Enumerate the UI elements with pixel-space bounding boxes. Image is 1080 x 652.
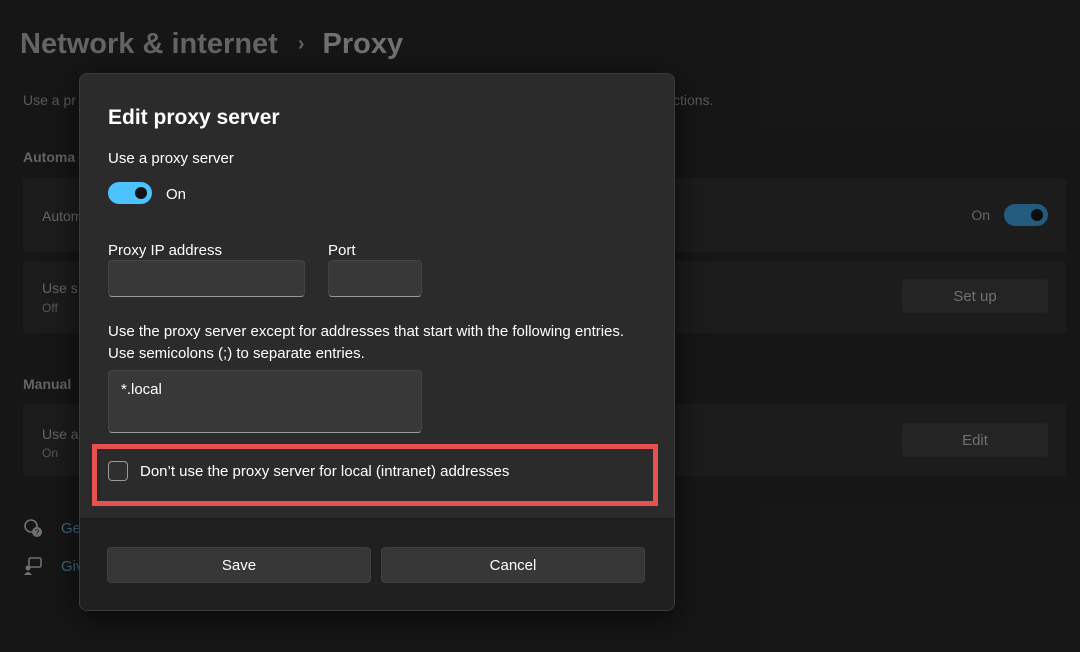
edit-proxy-dialog: Edit proxy server Use a proxy server On … — [79, 73, 675, 611]
dialog-footer: Save Cancel — [80, 518, 674, 610]
local-bypass-option[interactable]: Don’t use the proxy server for local (in… — [108, 461, 509, 481]
port-input[interactable] — [328, 260, 422, 297]
toggle-knob — [135, 187, 147, 199]
exceptions-instructions-line2: Use semicolons (;) to separate entries. — [108, 345, 365, 362]
local-bypass-checkbox[interactable] — [108, 461, 128, 481]
dialog-title: Edit proxy server — [108, 106, 280, 129]
exceptions-instructions: Use the proxy server except for addresse… — [108, 321, 668, 365]
local-bypass-label: Don’t use the proxy server for local (in… — [140, 462, 510, 480]
save-button[interactable]: Save — [107, 547, 371, 583]
use-proxy-toggle-state: On — [166, 186, 187, 203]
port-label: Port — [328, 242, 356, 259]
proxy-ip-label: Proxy IP address — [108, 242, 222, 259]
cancel-button[interactable]: Cancel — [381, 547, 645, 583]
exceptions-instructions-line1: Use the proxy server except for addresse… — [108, 323, 625, 340]
proxy-ip-input[interactable] — [108, 260, 305, 297]
use-proxy-toggle[interactable] — [108, 182, 152, 204]
use-proxy-label: Use a proxy server — [108, 150, 234, 167]
exceptions-input[interactable]: *.local — [108, 370, 422, 433]
